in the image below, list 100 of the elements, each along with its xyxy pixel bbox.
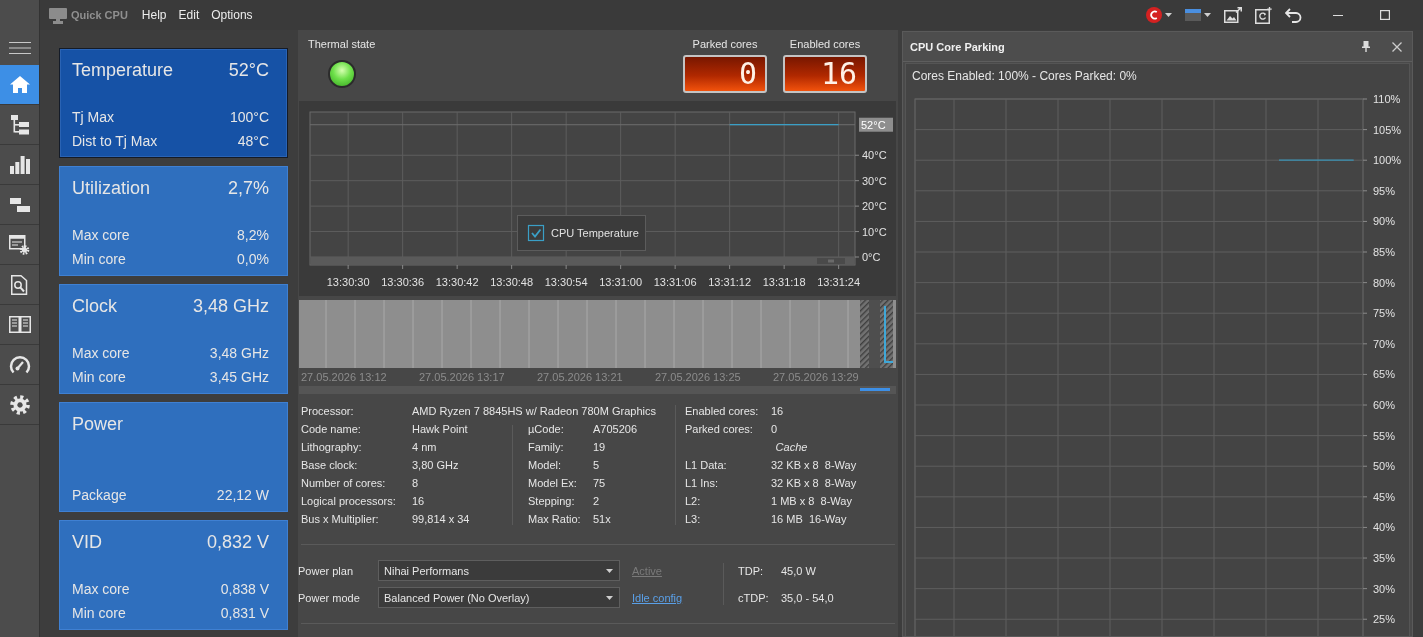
info-value: 2 xyxy=(593,494,600,509)
close-button[interactable] xyxy=(1391,40,1403,53)
metric-reading: 48°C xyxy=(237,132,269,151)
caret-icon xyxy=(606,568,613,573)
sidebar-item[interactable] xyxy=(0,65,39,105)
metric-name: VID xyxy=(72,532,102,553)
axis-label: 80% xyxy=(1373,276,1396,289)
summary-text: Cores Enabled: 100% - Cores Parked: 0% xyxy=(911,68,1138,83)
chart-scrollbar[interactable] xyxy=(310,257,855,265)
axis-label: 20°C xyxy=(862,200,887,213)
timeline-label: 27.05.2026 13:17 xyxy=(419,371,505,383)
axis-label: 95% xyxy=(1373,184,1396,197)
axis-label: 13:31:06 xyxy=(653,276,697,288)
axis-label: 13:30:54 xyxy=(544,276,588,288)
metric-card[interactable]: VID 0,832 V Max core 0,838 V Min core 0,831 V xyxy=(59,520,288,630)
axis-label: 30% xyxy=(1373,582,1396,595)
theme-menu-button[interactable] xyxy=(1183,7,1213,23)
info-value: Hawk Point xyxy=(412,422,468,437)
pin-button[interactable] xyxy=(1361,40,1371,53)
info-value: 5 xyxy=(593,458,600,473)
metric-label: Tj Max xyxy=(72,108,114,127)
axis-label: 13:31:24 xyxy=(817,276,861,288)
bar-chart-icon xyxy=(9,155,30,174)
info-label: L2: xyxy=(685,494,702,509)
scrollbar-thumb[interactable] xyxy=(860,388,890,391)
dropdown[interactable]: Nihai Performans xyxy=(378,560,620,581)
info-label: Max Ratio: xyxy=(528,512,582,527)
minimize-icon xyxy=(1333,14,1343,16)
axis-label: 100% xyxy=(1373,154,1402,167)
range-handle[interactable] xyxy=(860,300,869,368)
info-value: 35,0 - 54,0 xyxy=(781,591,834,604)
axis-label: 50% xyxy=(1373,460,1396,473)
field-label: Power plan xyxy=(298,564,355,577)
info-label: Logical processors: xyxy=(301,494,397,509)
info-value: 1 MB x 8 8-Way xyxy=(771,494,852,509)
refresh-icon xyxy=(1255,6,1272,24)
metric-value: 0,832 V xyxy=(206,532,269,553)
info-value: 3,80 GHz xyxy=(412,458,459,473)
axis-label: 45% xyxy=(1373,490,1396,503)
metric-card[interactable]: Power Package 22,12 W xyxy=(59,402,288,512)
timeline-label: 27.05.2026 13:21 xyxy=(537,371,623,383)
axis-label: 13:30:48 xyxy=(490,276,534,288)
metric-card[interactable]: Clock 3,48 GHz Max core 3,48 GHz Min core 3,45 GHz xyxy=(59,284,288,394)
metric-name: Utilization xyxy=(72,178,151,199)
tree-icon xyxy=(10,114,29,135)
section-heading: Cache xyxy=(774,440,809,455)
refresh-button[interactable] xyxy=(1253,4,1274,26)
book-icon xyxy=(8,316,31,333)
monitor-icon xyxy=(49,7,67,24)
metric-label: Max core xyxy=(72,344,130,363)
dropdown[interactable]: Balanced Power (No Overlay) xyxy=(378,587,620,608)
current-value-label: 52°C xyxy=(859,117,893,132)
timeline-label: 27.05.2026 13:12 xyxy=(301,371,387,383)
metric-card[interactable]: Utilization 2,7% Max core 8,2% Min core 0,0% xyxy=(59,166,288,276)
text-link[interactable]: Idle config xyxy=(632,591,683,604)
info-value: 0 xyxy=(771,422,778,437)
metric-value: 2,7% xyxy=(227,178,269,199)
info-label: Model: xyxy=(528,458,563,473)
metric-reading: 0,831 V xyxy=(220,604,269,623)
info-value: 16 xyxy=(412,494,425,509)
menu-item[interactable]: Help xyxy=(136,6,172,24)
axis-label: 25% xyxy=(1373,613,1396,626)
settings-icon xyxy=(9,394,30,415)
counter-label: Parked cores xyxy=(692,37,758,51)
metric-value: 52°C xyxy=(228,60,269,81)
axis-label: 90% xyxy=(1373,215,1396,228)
info-label: L1 Ins: xyxy=(685,476,720,491)
export-image-button[interactable] xyxy=(1222,5,1244,25)
metric-reading: 22,12 W xyxy=(216,486,269,505)
blocks-icon xyxy=(9,197,30,212)
info-label: Model Ex: xyxy=(528,476,578,491)
axis-label: 70% xyxy=(1373,337,1396,350)
document-search-icon xyxy=(11,274,28,295)
metric-reading: 8,2% xyxy=(237,226,269,245)
legend-checkbox[interactable] xyxy=(527,224,545,242)
metric-label: Min core xyxy=(72,250,126,269)
menu-item[interactable]: Edit xyxy=(173,6,205,24)
scrollbar-thumb[interactable] xyxy=(817,258,845,264)
timeline-scrollbar[interactable] xyxy=(299,386,896,394)
axis-label: 40°C xyxy=(862,149,887,162)
undo-button[interactable] xyxy=(1283,5,1304,25)
metric-value: 3,48 GHz xyxy=(192,296,269,317)
menu-item[interactable]: Options xyxy=(206,6,258,24)
logo-menu-button[interactable] xyxy=(1144,5,1174,25)
axis-label: 60% xyxy=(1373,399,1396,411)
axis-label: 35% xyxy=(1373,552,1396,565)
logo-icon xyxy=(1146,7,1162,23)
info-value: 32 KB x 8 8-Way xyxy=(771,476,857,491)
pane-title: CPU Core Parking xyxy=(910,40,1005,53)
metric-reading: 3,45 GHz xyxy=(209,368,269,387)
axis-label: 65% xyxy=(1373,368,1396,381)
info-label: Stepping: xyxy=(528,494,576,509)
range-window xyxy=(869,300,880,368)
metric-card[interactable]: Temperature 52°C Tj Max 100°C Dist to Tj Max 48°C xyxy=(59,48,288,158)
info-value: 45,0 W xyxy=(781,564,816,577)
info-value: 19 xyxy=(593,440,606,455)
metric-reading: 0,0% xyxy=(237,250,269,269)
info-label: Bus x Multiplier: xyxy=(301,512,380,527)
legend-label: CPU Temperature xyxy=(551,227,639,239)
metric-label: Min core xyxy=(72,604,126,623)
